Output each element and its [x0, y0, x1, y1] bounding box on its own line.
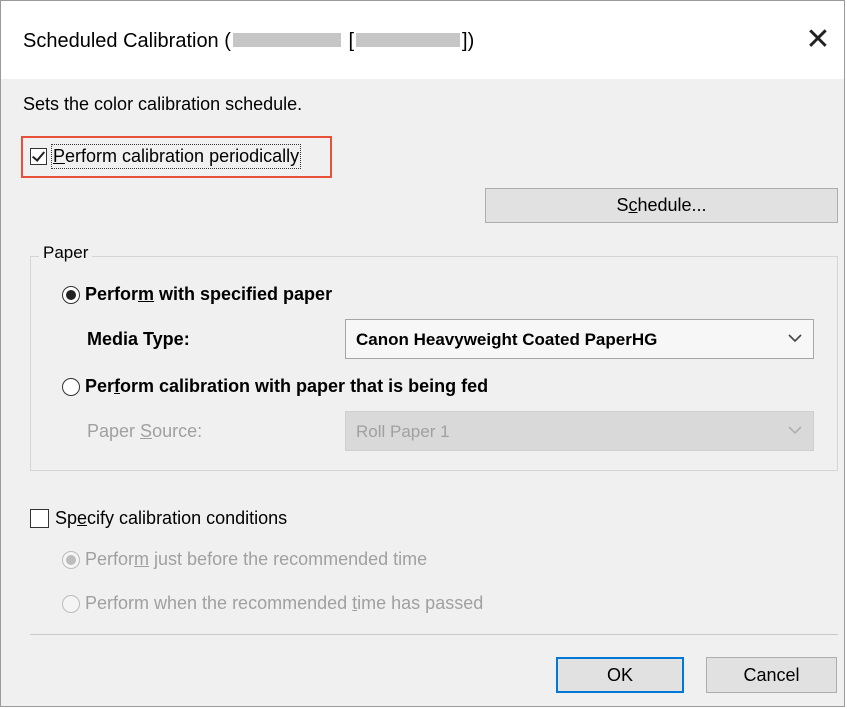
specified-paper-label[interactable]: Perform with specified paper — [85, 284, 332, 305]
after-recommended-radio — [62, 595, 80, 613]
fed-paper-radio[interactable] — [62, 378, 80, 396]
media-type-value: Canon Heavyweight Coated PaperHG — [356, 330, 658, 349]
before-recommended-radio — [62, 551, 80, 569]
paper-group-title: Paper — [39, 243, 93, 263]
periodic-calibration-checkbox[interactable] — [30, 148, 47, 165]
footer-separator — [30, 634, 838, 635]
redacted-printer-address — [356, 32, 461, 47]
specify-conditions-checkbox[interactable] — [30, 509, 49, 528]
scheduled-calibration-dialog: Scheduled Calibration ( []) ✕ Sets the c… — [0, 0, 845, 707]
media-type-select[interactable]: Canon Heavyweight Coated PaperHG — [345, 319, 814, 359]
redacted-printer-name — [232, 32, 341, 47]
close-icon[interactable]: ✕ — [798, 21, 838, 59]
specify-conditions-label[interactable]: Specify calibration conditions — [55, 508, 287, 529]
title-bar: Scheduled Calibration ( []) ✕ — [1, 1, 844, 79]
specified-paper-radio[interactable] — [62, 286, 80, 304]
dialog-description: Sets the color calibration schedule. — [23, 94, 303, 114]
dialog-title: Scheduled Calibration ( []) — [23, 30, 474, 53]
schedule-button[interactable]: Schedule... — [485, 188, 838, 223]
periodic-calibration-label[interactable]: Perform calibration periodically — [50, 144, 302, 169]
title-suffix: ]) — [462, 30, 475, 52]
chevron-down-icon — [788, 426, 802, 435]
paper-source-label: Paper Source: — [87, 421, 203, 441]
title-prefix: Scheduled Calibration ( — [23, 30, 231, 52]
paper-source-select: Roll Paper 1 — [345, 411, 814, 451]
ok-button[interactable]: OK — [556, 657, 684, 693]
cancel-button[interactable]: Cancel — [706, 657, 837, 693]
title-bracket: [ — [348, 30, 355, 52]
media-type-label: Media Type: — [87, 329, 190, 349]
paper-source-value: Roll Paper 1 — [356, 422, 450, 441]
after-recommended-label: Perform when the recommended time has pa… — [85, 593, 484, 613]
fed-paper-label[interactable]: Perform calibration with paper that is b… — [85, 376, 488, 397]
before-recommended-label: Perform just before the recommended time — [85, 549, 428, 569]
chevron-down-icon — [788, 334, 802, 343]
